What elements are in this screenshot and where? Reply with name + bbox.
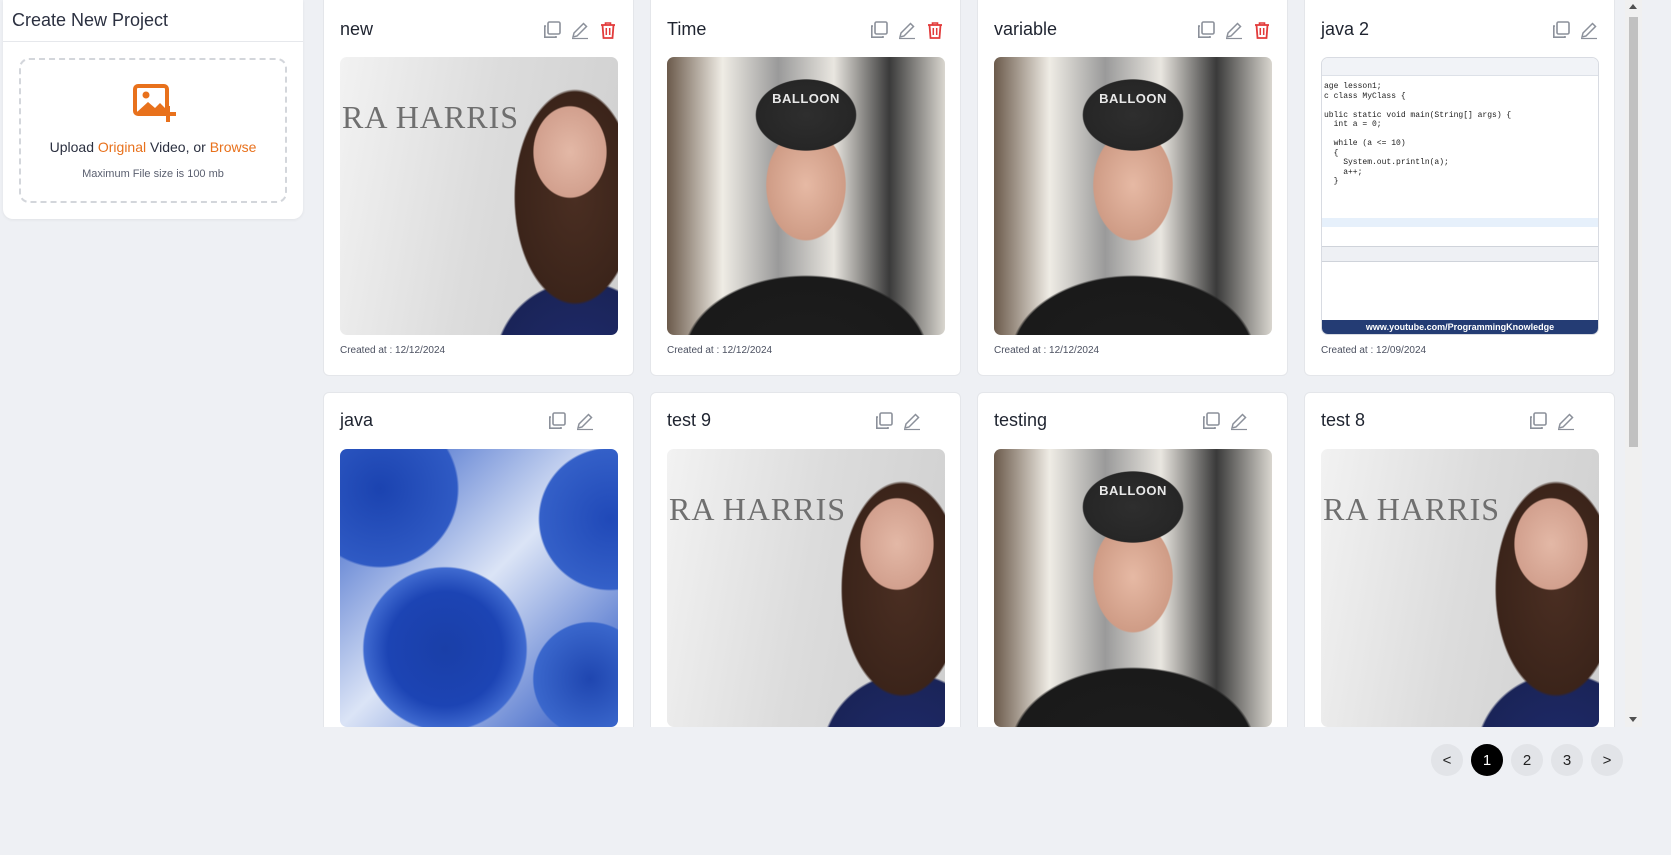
duplicate-icon[interactable] <box>1551 20 1571 40</box>
thumbnail-caption: BALLOON <box>1099 483 1167 498</box>
duplicate-icon[interactable] <box>874 411 894 431</box>
upload-middle: Video, or <box>146 139 210 155</box>
edit-icon[interactable] <box>1556 411 1576 431</box>
project-title: java 2 <box>1321 19 1370 39</box>
delete-icon[interactable] <box>925 20 945 40</box>
card-actions <box>869 20 945 40</box>
project-title: testing <box>994 410 1048 430</box>
card-actions <box>874 411 922 431</box>
project-thumbnail[interactable]: BALLOON <box>667 57 945 335</box>
project-card[interactable]: test 8 RA HARRIS <box>1304 392 1615 727</box>
card-actions <box>542 20 618 40</box>
edit-icon[interactable] <box>902 411 922 431</box>
upload-prefix: Upload <box>49 139 98 155</box>
created-date: Created at : 12/12/2024 <box>340 345 446 356</box>
edit-icon[interactable] <box>1579 20 1599 40</box>
project-title: variable <box>994 19 1058 39</box>
delete-icon[interactable] <box>1252 20 1272 40</box>
card-actions <box>1196 20 1272 40</box>
created-date: Created at : 12/09/2024 <box>1321 345 1427 356</box>
edit-icon[interactable] <box>1229 411 1249 431</box>
next-page-button[interactable]: > <box>1591 744 1623 776</box>
project-title: java <box>340 410 374 430</box>
page-button-3[interactable]: 3 <box>1551 744 1583 776</box>
upload-dropzone[interactable]: Upload Original Video, or Browse Maximum… <box>19 58 287 203</box>
scroll-down-arrow[interactable] <box>1629 717 1637 722</box>
thumbnail-caption: BALLOON <box>772 91 840 106</box>
project-title: new <box>340 19 374 39</box>
thumbnail-caption: BALLOON <box>1099 91 1167 106</box>
project-title: test 8 <box>1321 410 1366 430</box>
duplicate-icon[interactable] <box>547 411 567 431</box>
project-thumbnail[interactable]: RA HARRIS <box>340 57 618 335</box>
card-actions <box>1551 20 1599 40</box>
upload-size-hint: Maximum File size is 100 mb <box>82 168 224 180</box>
ide-console <box>1322 246 1598 262</box>
scroll-thumb[interactable] <box>1629 17 1638 447</box>
duplicate-icon[interactable] <box>1201 411 1221 431</box>
create-project-title: Create New Project <box>3 0 303 42</box>
page-button-1[interactable]: 1 <box>1471 744 1503 776</box>
project-thumbnail[interactable]: age lesson1; c class MyClass { ublic stat… <box>1321 57 1599 335</box>
thumbnail-caption: RA HARRIS <box>669 491 847 527</box>
project-title: test 9 <box>667 410 712 430</box>
ide-toolbar <box>1322 58 1598 76</box>
delete-icon[interactable] <box>598 20 618 40</box>
scroll-up-arrow[interactable] <box>1629 4 1637 9</box>
project-title: Time <box>667 19 707 39</box>
duplicate-icon[interactable] <box>1196 20 1216 40</box>
project-thumbnail[interactable]: BALLOON <box>994 449 1272 727</box>
duplicate-icon[interactable] <box>869 20 889 40</box>
thumbnail-caption: www.youtube.com/ProgrammingKnowledge <box>1322 320 1598 334</box>
project-grid[interactable]: new RA HARRIS Created at : 12/12/2024 Ti… <box>318 0 1625 727</box>
project-card[interactable]: variable BALLOON Created at : 12/12/2024 <box>977 0 1288 376</box>
created-date: Created at : 12/12/2024 <box>994 345 1100 356</box>
code-preview: age lesson1; c class MyClass { ublic stat… <box>1324 82 1512 186</box>
project-card[interactable]: java <box>323 392 634 727</box>
project-thumbnail[interactable] <box>340 449 618 727</box>
project-card[interactable]: java 2 age lesson1; c class MyClass { ubl… <box>1304 0 1615 376</box>
edit-icon[interactable] <box>575 411 595 431</box>
card-actions <box>1201 411 1249 431</box>
page-button-2[interactable]: 2 <box>1511 744 1543 776</box>
grid-scrollbar[interactable] <box>1625 0 1642 727</box>
edit-icon[interactable] <box>897 20 917 40</box>
edit-icon[interactable] <box>1224 20 1244 40</box>
project-card[interactable]: Time BALLOON Created at : 12/12/2024 <box>650 0 961 376</box>
create-project-panel: Create New Project Upload Original Video… <box>3 0 303 219</box>
upload-instruction: Upload Original Video, or Browse <box>21 139 285 155</box>
thumbnail-caption: RA HARRIS <box>342 99 520 135</box>
edit-icon[interactable] <box>570 20 590 40</box>
pagination: < 1 2 3 > <box>1431 744 1623 776</box>
thumbnail-caption: RA HARRIS <box>1323 491 1501 527</box>
project-thumbnail[interactable]: RA HARRIS <box>667 449 945 727</box>
highlighted-line <box>1322 218 1598 227</box>
created-date: Created at : 12/12/2024 <box>667 345 773 356</box>
project-card[interactable]: testing BALLOON <box>977 392 1288 727</box>
card-actions <box>547 411 595 431</box>
duplicate-icon[interactable] <box>1528 411 1548 431</box>
project-card[interactable]: test 9 RA HARRIS <box>650 392 961 727</box>
upload-original-link[interactable]: Original <box>98 139 146 155</box>
add-image-icon <box>133 84 176 122</box>
browse-link[interactable]: Browse <box>210 139 257 155</box>
duplicate-icon[interactable] <box>542 20 562 40</box>
project-card[interactable]: new RA HARRIS Created at : 12/12/2024 <box>323 0 634 376</box>
card-actions <box>1528 411 1576 431</box>
prev-page-button[interactable]: < <box>1431 744 1463 776</box>
project-thumbnail[interactable]: BALLOON <box>994 57 1272 335</box>
project-thumbnail[interactable]: RA HARRIS <box>1321 449 1599 727</box>
